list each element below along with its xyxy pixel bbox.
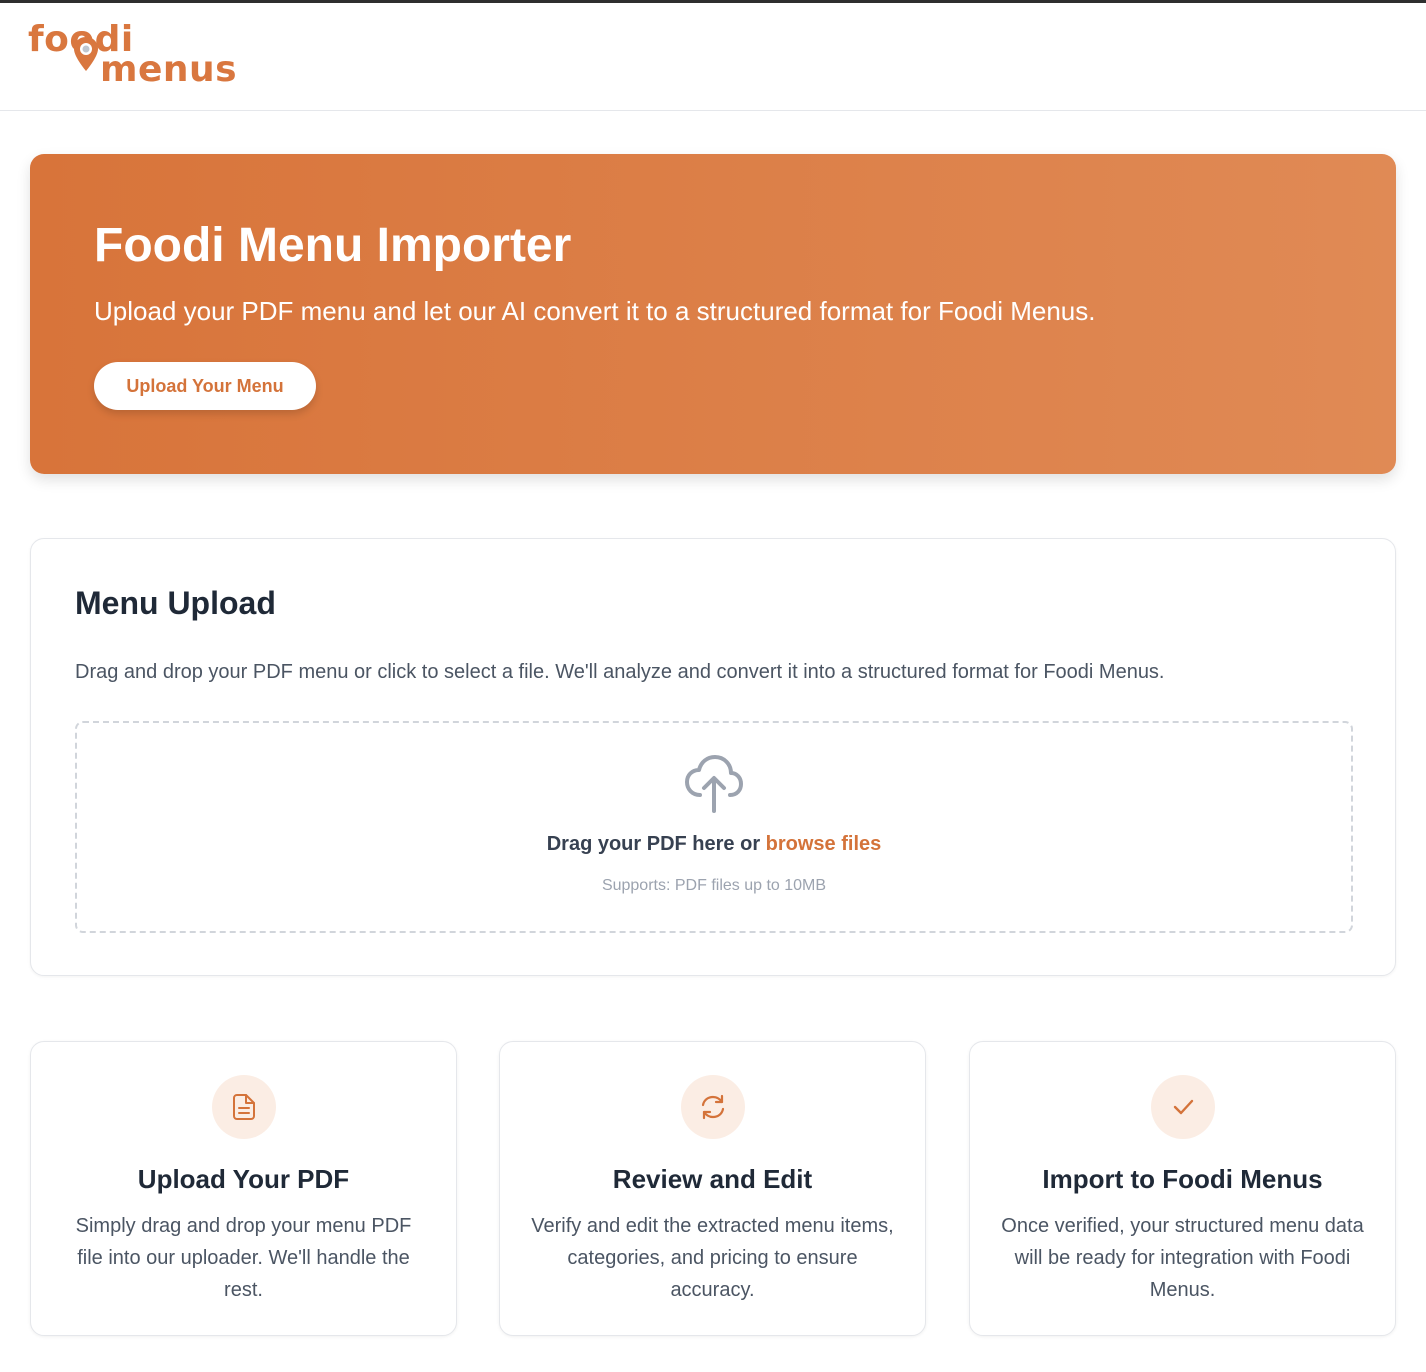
browse-files-link[interactable]: browse files bbox=[766, 833, 882, 855]
pdf-dropzone[interactable]: Drag your PDF here or browse files Suppo… bbox=[75, 721, 1353, 933]
upload-your-menu-button[interactable]: Upload Your Menu bbox=[94, 362, 316, 410]
foodi-menus-logo[interactable]: foodi menus bbox=[28, 19, 238, 93]
check-icon bbox=[1173, 1099, 1194, 1115]
feature-text: Once verified, your structured menu data… bbox=[1001, 1215, 1364, 1301]
hero-title: Foodi Menu Importer bbox=[94, 219, 572, 272]
logo-text-menus: menus bbox=[100, 49, 238, 90]
menu-upload-title: Menu Upload bbox=[75, 585, 276, 621]
feature-card-upload-pdf: Upload Your PDF Simply drag and drop you… bbox=[30, 1041, 457, 1336]
location-pin-icon bbox=[74, 37, 98, 71]
feature-title: Import to Foodi Menus bbox=[1042, 1164, 1323, 1194]
site-header: foodi menus bbox=[0, 3, 1426, 111]
feature-title: Review and Edit bbox=[612, 1164, 813, 1194]
feature-text: Verify and edit the extracted menu items… bbox=[531, 1215, 894, 1301]
refresh-icon bbox=[701, 1094, 725, 1120]
dropzone-hint: Supports: PDF files up to 10MB bbox=[601, 877, 827, 894]
dropzone-instruction: Drag your PDF here or browse files bbox=[77, 833, 1351, 856]
feature-title: Upload Your PDF bbox=[137, 1164, 350, 1194]
feature-icon-badge bbox=[1151, 1075, 1215, 1139]
feature-icon-badge bbox=[681, 1075, 745, 1139]
file-text-icon bbox=[233, 1094, 255, 1120]
feature-icon-badge bbox=[212, 1075, 276, 1139]
feature-text: Simply drag and drop your menu PDF file … bbox=[75, 1215, 412, 1301]
hero-subtitle: Upload your PDF menu and let our AI conv… bbox=[94, 296, 1096, 326]
cloud-upload-icon bbox=[685, 755, 743, 813]
menu-upload-card: Menu Upload Drag and drop your PDF menu … bbox=[30, 538, 1396, 976]
menu-upload-description: Drag and drop your PDF menu or click to … bbox=[75, 661, 1165, 683]
feature-card-review-edit: Review and Edit Verify and edit the extr… bbox=[499, 1041, 926, 1336]
hero-banner: Foodi Menu Importer Upload your PDF menu… bbox=[30, 154, 1396, 474]
feature-card-import: Import to Foodi Menus Once verified, you… bbox=[969, 1041, 1396, 1336]
dropzone-prefix-text: Drag your PDF here or bbox=[546, 833, 766, 855]
